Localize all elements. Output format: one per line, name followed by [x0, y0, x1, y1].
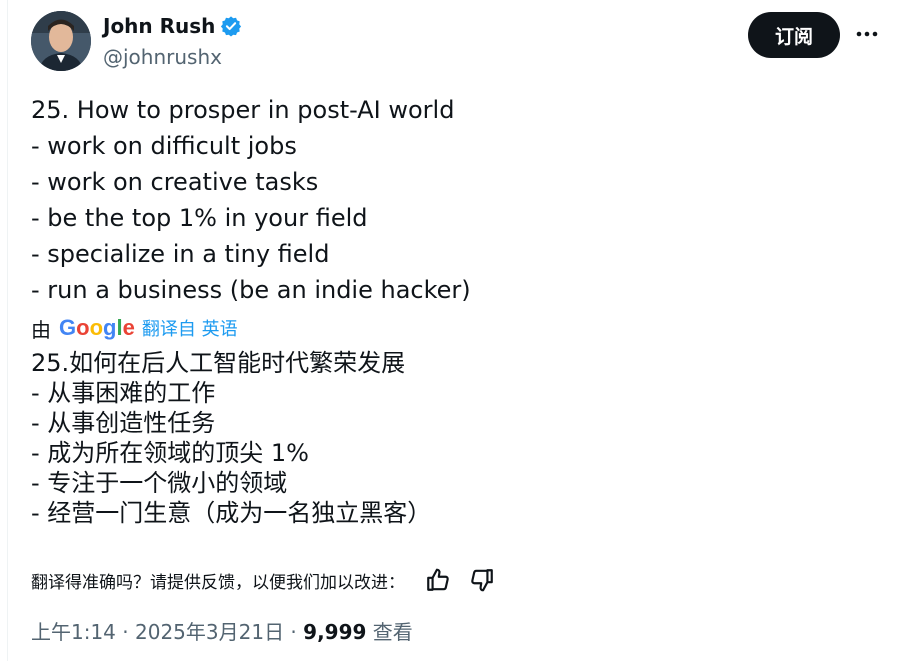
tweet-line: - be the top 1% in your field [31, 204, 368, 232]
translated-by-label: 由 [31, 317, 51, 342]
tweet-line: - work on difficult jobs [31, 132, 297, 160]
left-divider [7, 0, 8, 661]
translated-line: 25.如何在后人工智能时代繁荣发展 [31, 349, 406, 377]
tweet-time[interactable]: 上午1:14 [31, 620, 116, 644]
author-name-row[interactable]: John Rush [103, 12, 242, 40]
tweet-text: 25. How to prosper in post-AI world - wo… [31, 92, 471, 308]
tweet-date[interactable]: 2025年3月21日 [135, 620, 284, 644]
views-label: 查看 [372, 620, 413, 644]
translated-line: - 经营一门生意（成为一名独立黑客） [31, 499, 432, 527]
google-logo: Google [59, 315, 135, 340]
translated-line: - 从事创造性任务 [31, 409, 216, 437]
more-horizontal-icon[interactable] [854, 24, 880, 44]
meta-separator: · [115, 620, 135, 644]
thumbs-up-icon[interactable] [425, 567, 451, 593]
translated-line: - 专注于一个微小的领域 [31, 469, 288, 497]
avatar[interactable] [31, 11, 91, 71]
feedback-prompt: 翻译得准确吗？请提供反馈，以便我们加以改进： [31, 572, 405, 593]
translated-line: - 成为所在领域的顶尖 1% [31, 439, 309, 467]
subscribe-button[interactable]: 订阅 [748, 12, 840, 58]
translation-attribution: 由 Google 翻译自 英语 [31, 312, 238, 344]
translated-text: 25.如何在后人工智能时代繁荣发展 - 从事困难的工作 - 从事创造性任务 - … [31, 348, 431, 528]
translated-from-link[interactable]: 翻译自 英语 [142, 315, 238, 341]
tweet-line: - run a business (be an indie hacker) [31, 276, 471, 304]
translation-feedback: 翻译得准确吗？请提供反馈，以便我们加以改进： [31, 563, 495, 597]
author-handle[interactable]: @johnrushx [103, 43, 222, 71]
tweet-line: 25. How to prosper in post-AI world [31, 96, 455, 124]
verified-badge-icon [221, 16, 242, 37]
meta-separator: · [284, 620, 304, 644]
thumbs-down-icon[interactable] [469, 567, 495, 593]
views-count: 9,999 [303, 620, 367, 644]
translated-line: - 从事困难的工作 [31, 379, 216, 407]
author-name[interactable]: John Rush [103, 12, 215, 40]
tweet-meta: 上午1:14 · 2025年3月21日 · 9,999 查看 [31, 618, 413, 646]
tweet-line: - work on creative tasks [31, 168, 319, 196]
avatar-image [31, 11, 91, 71]
tweet-line: - specialize in a tiny field [31, 240, 330, 268]
